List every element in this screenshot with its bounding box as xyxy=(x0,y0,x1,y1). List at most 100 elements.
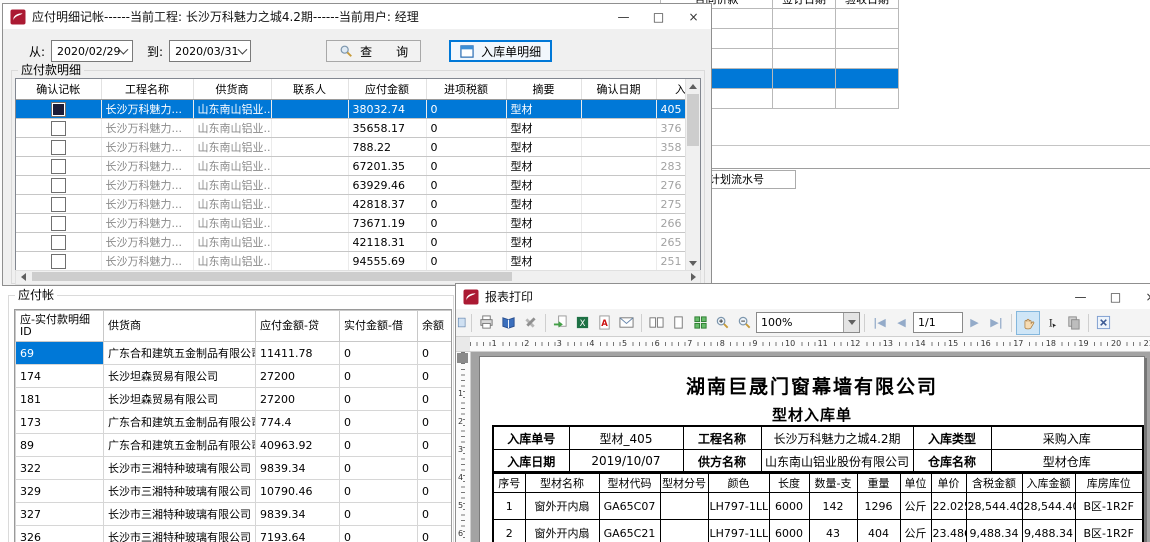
inbound-detail-button[interactable]: 入库单明细 xyxy=(449,40,552,62)
table-row[interactable]: 长沙万科魅力...山东南山铝业...35658.170型材376 xyxy=(16,119,701,138)
minimize-button[interactable]: — xyxy=(606,4,641,29)
titlebar[interactable]: 报表打印 — □ × xyxy=(456,284,1150,309)
column-header[interactable]: 应付金额 xyxy=(348,79,426,100)
table-row[interactable]: 长沙万科魅力...山东南山铝业...42118.310型材265 xyxy=(16,233,701,252)
table-row[interactable]: 长沙万科魅力...山东南山铝业...63929.460型材276 xyxy=(16,176,701,195)
copy-page-button[interactable] xyxy=(1063,312,1084,333)
last-page-button[interactable]: ▶| xyxy=(986,312,1007,333)
scroll-right-button[interactable] xyxy=(686,271,700,282)
close-button[interactable]: × xyxy=(1133,284,1150,309)
mail-icon[interactable] xyxy=(616,312,637,333)
plan-serial-field[interactable]: 计划流水号 xyxy=(706,170,796,189)
single-page-icon[interactable] xyxy=(668,312,689,333)
hand-pan-tool-button[interactable] xyxy=(1016,311,1040,335)
filter-row: 从: 2020/02/29 到: 2020/03/31 查 询 xyxy=(29,40,552,62)
table-row[interactable]: 长沙万科魅力...山东南山铝业...38032.740型材405 xyxy=(16,100,701,119)
scroll-left-button[interactable] xyxy=(16,271,30,282)
table-row[interactable]: 长沙万科魅力...山东南山铝业...94555.690型材251 xyxy=(16,252,701,271)
payable-detail-window: 应付明细记帐------当前工程: 长沙万科魅力之城4.2期------当前用户… xyxy=(2,3,712,286)
cell: 774.4 xyxy=(256,411,340,434)
print-preview-area[interactable]: 123456 湖南巨晟门窗幕墙有限公司 型材入库单 入库单号型材_405工程名称… xyxy=(456,352,1150,542)
column-header[interactable]: 确认记帐 xyxy=(16,79,101,100)
cell: 28,544.40 xyxy=(1022,493,1075,520)
multiple-pages-icon[interactable] xyxy=(690,312,711,333)
table-row[interactable]: 327长沙市三湘特种玻璃有限公司9839.3400 xyxy=(16,503,453,526)
confirm-checkbox[interactable] xyxy=(51,197,66,212)
scrollbar-thumb[interactable] xyxy=(32,272,512,281)
export-icon[interactable] xyxy=(550,312,571,333)
column-header[interactable]: 余额 xyxy=(418,311,453,342)
column-header: 验收日期 xyxy=(836,0,899,9)
table-row[interactable]: 长沙万科魅力...山东南山铝业...73671.190型材266 xyxy=(16,214,701,233)
vertical-scrollbar[interactable] xyxy=(685,79,700,270)
confirm-checkbox[interactable] xyxy=(51,159,66,174)
column-header[interactable]: 应付金额-贷 xyxy=(256,311,340,342)
excel-export-icon[interactable]: X xyxy=(572,312,593,333)
column-header[interactable]: 确认日期 xyxy=(581,79,656,100)
cell: 69 xyxy=(16,342,104,365)
table-row[interactable]: 长沙万科魅力...山东南山铝业...788.220型材358 xyxy=(16,138,701,157)
confirm-checkbox[interactable] xyxy=(51,121,66,136)
column-header[interactable]: 工程名称 xyxy=(101,79,193,100)
payable-account-panel: 应付帐 应-实付款明细ID供货商应付金额-贷实付金额-借余额 69广东合和建筑五… xyxy=(0,285,456,542)
cell: 长沙万科魅力... xyxy=(101,176,193,195)
scroll-up-button[interactable] xyxy=(686,79,700,93)
zoom-in-icon[interactable] xyxy=(712,312,733,333)
confirm-checkbox[interactable] xyxy=(51,216,66,231)
window-title: 报表打印 xyxy=(485,288,1057,305)
table-row[interactable]: 长沙万科魅力...山东南山铝业...42818.370型材275 xyxy=(16,195,701,214)
triangle-down-icon xyxy=(689,261,697,266)
first-page-button[interactable]: |◀ xyxy=(869,312,890,333)
column-header[interactable]: 应-实付款明细ID xyxy=(16,311,104,342)
zoom-out-icon[interactable] xyxy=(734,312,755,333)
zoom-level-dropdown[interactable]: 100% xyxy=(756,312,860,333)
table-row[interactable]: 326长沙市三湘特种玻璃有限公司7193.6400 xyxy=(16,526,453,542)
table-row[interactable]: 181长沙坦森贸易有限公司2720000 xyxy=(16,388,453,411)
confirm-checkbox[interactable] xyxy=(51,254,66,269)
print-icon[interactable] xyxy=(476,312,497,333)
confirm-checkbox[interactable] xyxy=(51,235,66,250)
scroll-down-button[interactable] xyxy=(686,256,700,270)
maximize-button[interactable]: □ xyxy=(1098,284,1133,309)
ruler-number: 14 xyxy=(914,338,926,349)
cell: 型材 xyxy=(506,252,581,271)
column-header[interactable]: 供货商 xyxy=(193,79,271,100)
minimize-button[interactable]: — xyxy=(1063,284,1098,309)
pdf-export-icon[interactable]: A xyxy=(594,312,615,333)
table-row[interactable]: 长沙万科魅力...山东南山铝业...67201.350型材283 xyxy=(16,157,701,176)
column-header[interactable]: 摘要 xyxy=(506,79,581,100)
column-header[interactable]: 供货商 xyxy=(104,311,256,342)
previous-page-button[interactable]: ◀ xyxy=(891,312,912,333)
page-indicator-input[interactable]: 1/1 xyxy=(913,312,963,333)
column-header[interactable]: 进项税额 xyxy=(426,79,506,100)
query-button[interactable]: 查 询 xyxy=(326,40,421,62)
table-row[interactable]: 89广东合和建筑五金制品有限公司40963.9200 xyxy=(16,434,453,457)
confirm-checkbox[interactable] xyxy=(51,102,66,117)
dropdown-button[interactable] xyxy=(843,313,859,332)
titlebar[interactable]: 应付明细记帐------当前工程: 长沙万科魅力之城4.2期------当前用户… xyxy=(3,4,711,29)
table-row[interactable]: 173广东合和建筑五金制品有限公司774.400 xyxy=(16,411,453,434)
from-date-dropdown[interactable]: 2020/02/29 xyxy=(51,40,133,62)
close-button[interactable]: × xyxy=(676,4,711,29)
confirm-checkbox[interactable] xyxy=(51,140,66,155)
table-row[interactable]: 329长沙市三湘特种玻璃有限公司10790.4600 xyxy=(16,480,453,503)
to-date-dropdown[interactable]: 2020/03/31 xyxy=(169,40,251,62)
document-icon[interactable] xyxy=(457,312,467,333)
cell: 长沙万科魅力... xyxy=(101,252,193,271)
column-header[interactable]: 实付金额-借 xyxy=(340,311,418,342)
table-row[interactable]: 69广东合和建筑五金制品有限公司11411.7800 xyxy=(16,342,453,365)
facing-pages-icon[interactable] xyxy=(646,312,667,333)
column-header[interactable]: 联系人 xyxy=(271,79,348,100)
maximize-button[interactable]: □ xyxy=(641,4,676,29)
text-select-tool-button[interactable]: I xyxy=(1041,312,1062,333)
close-preview-button[interactable] xyxy=(1093,312,1114,333)
book-icon[interactable] xyxy=(498,312,519,333)
confirm-checkbox[interactable] xyxy=(51,178,66,193)
next-page-button[interactable]: ▶ xyxy=(964,312,985,333)
table-row[interactable]: 174长沙坦森贸易有限公司2720000 xyxy=(16,365,453,388)
table-row[interactable]: 322长沙市三湘特种玻璃有限公司9839.3400 xyxy=(16,457,453,480)
settings-tools-icon[interactable] xyxy=(520,312,541,333)
cell: 0 xyxy=(426,233,506,252)
scrollbar-thumb[interactable] xyxy=(687,94,699,146)
cell: 0 xyxy=(340,365,418,388)
